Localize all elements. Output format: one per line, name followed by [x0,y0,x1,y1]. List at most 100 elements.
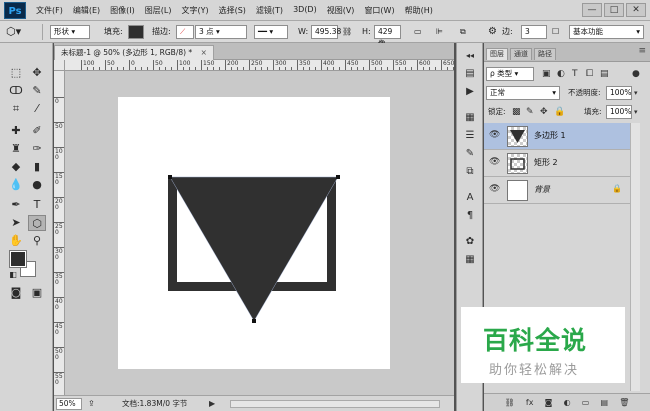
ruler-origin[interactable] [54,60,65,71]
lock-all-icon[interactable]: 🔒 [554,105,565,119]
blur-tool-icon[interactable]: 💧 [7,177,25,193]
screen-mode-icon[interactable]: ▣ [28,285,46,301]
polygon-tool-icon[interactable]: ⬡ [28,215,46,231]
adjustments-panel-icon[interactable]: ☰ [462,129,478,143]
pen-tool-icon[interactable]: ✒ [7,197,25,213]
add-mask-icon[interactable]: ◙ [545,398,553,407]
tab-paths[interactable]: 路径 [534,48,556,60]
horizontal-ruler[interactable]: 100 50 0 50 100 150 200 250 300 350 400 450 500 550 60… [65,60,454,71]
tab-layers[interactable]: 图层 [486,48,508,60]
stroke-color-swatch[interactable]: ⟋ [176,25,194,39]
type-tool-icon[interactable]: T [28,197,46,213]
adjustment-layer-icon[interactable]: ◐ [564,398,571,407]
menu-edit[interactable]: 编辑(E) [73,5,100,16]
filter-type-icon[interactable]: T [572,67,578,81]
layer-style-icon[interactable]: fx [526,398,534,407]
menu-image[interactable]: 图像(I) [110,5,135,16]
path-selection-tool-icon[interactable]: ➤ [7,215,25,231]
layers-scrollbar[interactable] [630,123,640,391]
fill-color-swatch[interactable] [128,25,144,39]
foreground-color-swatch[interactable] [9,250,27,268]
maximize-button[interactable]: □ [604,3,624,17]
height-input[interactable]: 429 像 [374,25,401,48]
horizontal-scrollbar[interactable] [230,400,440,408]
lock-transparent-icon[interactable]: ▩ [512,105,521,119]
path-arrangement-icon[interactable]: ⧉ [460,25,466,39]
menu-window[interactable]: 窗口(W) [364,5,394,16]
layer-polygon-1[interactable]: 👁 多边形 1 [484,123,630,150]
gradient-tool-icon[interactable]: ▮ [28,159,46,175]
zoom-input[interactable]: 50% [56,398,82,410]
brush-panel-icon[interactable]: ✎ [462,147,478,161]
layer-background[interactable]: 👁 背景 🔒 [484,177,630,204]
tool-mode-select[interactable]: 形状 ▾ [50,25,90,39]
crop-tool-icon[interactable]: ⌗ [7,101,25,117]
link-layers-icon[interactable]: ⛓ [505,398,515,407]
fill-dropdown-icon[interactable]: ▾ [634,105,638,119]
lasso-tool-icon[interactable]: ↀ [7,83,25,99]
link-icon[interactable]: ⛓ [342,25,352,39]
filter-smart-object-icon[interactable]: ▤ [600,67,609,81]
workspace-select[interactable]: 基本功能 ▾ [569,25,644,39]
close-button[interactable]: ✕ [626,3,646,17]
edges-input[interactable]: 3 [521,25,547,39]
menu-select[interactable]: 选择(S) [219,5,246,16]
menu-file[interactable]: 文件(F) [36,5,63,16]
anchor-point-top-left[interactable] [168,175,172,179]
menu-filter[interactable]: 滤镜(T) [256,5,283,16]
menu-help[interactable]: 帮助(H) [405,5,433,16]
clone-stamp-tool-icon[interactable]: ♜ [7,141,25,157]
history-brush-tool-icon[interactable]: ✑ [28,141,46,157]
swatches-panel-icon[interactable]: ✿ [462,235,478,249]
visibility-eye-icon[interactable]: 👁 [489,184,500,194]
actions-panel-icon[interactable]: ▶ [462,85,478,99]
close-tab-icon[interactable]: × [201,48,207,57]
eraser-tool-icon[interactable]: ◆ [7,159,25,175]
hand-tool-icon[interactable]: ✋ [7,233,25,249]
width-input[interactable]: 495.38 [311,25,341,39]
clone-source-panel-icon[interactable]: ⧉ [462,165,478,179]
filter-pixel-icon[interactable]: ▣ [542,67,551,81]
character-panel-icon[interactable]: A [462,191,478,205]
lock-image-icon[interactable]: ✎ [526,105,534,119]
layer-filter-select[interactable]: ρ 类型 ▾ [486,67,534,81]
eyedropper-tool-icon[interactable]: ⁄ [28,101,46,117]
anchor-point-top-right[interactable] [336,175,340,179]
filter-adjustment-icon[interactable]: ◐ [557,67,565,81]
visibility-eye-icon[interactable]: 👁 [489,130,500,140]
path-alignment-icon[interactable]: ⊫ [436,25,443,39]
stroke-type-select[interactable]: ━━ ▾ [254,25,288,39]
anchor-point-bottom[interactable] [252,319,256,323]
canvas-area[interactable] [65,71,454,395]
move-tool-icon[interactable]: ✥ [28,65,46,81]
fill-input[interactable]: 100% [606,105,632,119]
new-group-icon[interactable]: ▭ [582,398,590,407]
align-edges-checkbox[interactable]: ☐ [552,25,559,39]
polygon-1-shape[interactable] [169,176,339,322]
blend-mode-select[interactable]: 正常 ▾ [486,86,560,100]
paragraph-panel-icon[interactable]: ¶ [462,209,478,223]
gear-icon[interactable]: ⚙ [488,25,497,39]
brush-tool-icon[interactable]: ✐ [28,123,46,139]
minimize-button[interactable]: — [582,3,602,17]
panel-menu-icon[interactable]: ≡ [638,46,646,56]
export-icon[interactable]: ⇪ [88,398,95,410]
new-layer-icon[interactable]: ▤ [600,398,608,407]
menu-type[interactable]: 文字(Y) [181,5,208,16]
default-colors-icon[interactable]: ◧ [4,267,22,283]
healing-brush-tool-icon[interactable]: ✚ [7,123,25,139]
zoom-tool-icon[interactable]: ⚲ [28,233,46,249]
delete-layer-icon[interactable]: 🗑 [619,398,629,407]
status-menu-arrow[interactable]: ▶ [209,398,215,410]
stroke-width-select[interactable]: 3 点 ▾ [195,25,247,39]
menu-3d[interactable]: 3D(D) [293,5,317,16]
styles-panel-icon[interactable]: ▦ [462,253,478,267]
polygon-tool-preset-icon[interactable]: ⬡▾ [6,25,21,39]
history-panel-icon[interactable]: ▤ [462,67,478,81]
lock-position-icon[interactable]: ✥ [540,105,548,119]
layer-rectangle-2[interactable]: 👁 矩形 2 [484,150,630,177]
vertical-ruler[interactable]: 0 50 100 150 200 250 300 350 400 450 500 550 [54,71,65,395]
dodge-tool-icon[interactable]: ● [28,177,46,193]
filter-shape-icon[interactable]: ⧠ [586,67,593,81]
opacity-dropdown-icon[interactable]: ▾ [634,86,638,100]
